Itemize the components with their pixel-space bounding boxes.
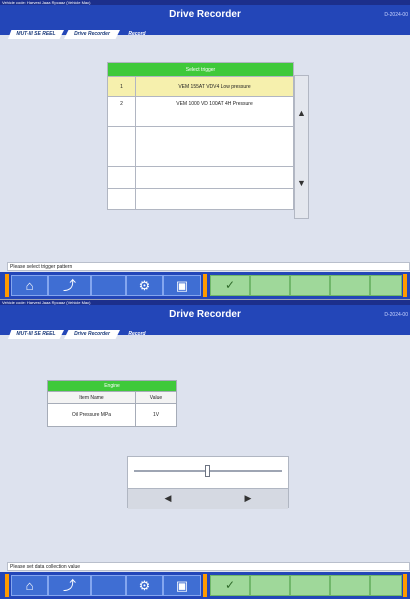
app-header: Drive Recorder D-2024-00 MUT-III SE REEL… xyxy=(0,305,410,339)
value-slider-panel: ◀ ▶ xyxy=(127,456,289,509)
back-button[interactable]: ⤴ xyxy=(48,275,91,296)
drive-recorder-screen-1: Vehicle code: Harvest Jaaa Rpcaaz (Vehic… xyxy=(0,0,410,299)
item-table-caption: Engine xyxy=(47,380,177,392)
column-header-value: Value xyxy=(135,391,177,404)
increase-button[interactable]: ▶ xyxy=(208,488,288,509)
home-icon: ⌂ xyxy=(25,278,34,293)
column-header-item-name: Item Name xyxy=(47,391,136,404)
scroll-down-icon[interactable]: ▼ xyxy=(295,174,308,192)
home-button[interactable]: ⌂ xyxy=(11,275,48,296)
tab-mut[interactable]: MUT-III SE REEL xyxy=(8,330,64,339)
tab-mut[interactable]: MUT-III SE REEL xyxy=(8,30,64,39)
list-item-empty xyxy=(107,188,294,210)
footer-accent xyxy=(5,574,9,597)
back-button[interactable]: ⤴ xyxy=(48,575,91,596)
table-row[interactable]: Oil Pressure MPa 1V xyxy=(47,403,177,427)
document-icon: ▣ xyxy=(175,578,189,593)
footer-slot xyxy=(330,275,370,296)
drive-recorder-screen-2: Vehicle code: Harvest Jaaa Rpcaaz (Vehic… xyxy=(0,300,410,599)
tab-record[interactable]: Record xyxy=(120,330,154,339)
list-item-empty xyxy=(107,166,294,189)
list-item-label: VEM 155AT VDV4 Low pressure xyxy=(135,76,294,97)
check-icon: ✓ xyxy=(224,278,236,292)
arrow-left-icon: ◀ xyxy=(164,493,172,503)
check-icon: ✓ xyxy=(224,578,236,592)
list-item-label: VEM 1000 VD 100AT 4H Pressure xyxy=(135,96,294,127)
footer-slot xyxy=(370,575,402,596)
scroll-up-icon[interactable]: ▲ xyxy=(295,104,308,122)
trigger-list: Select trigger 1 VEM 155AT VDV4 Low pres… xyxy=(107,62,294,210)
list-item[interactable]: 1 VEM 155AT VDV4 Low pressure xyxy=(107,76,294,97)
footer-slot xyxy=(330,575,370,596)
status-bar: Please set data collection value xyxy=(7,562,410,571)
app-code: D-2024-00 xyxy=(384,312,408,318)
list-scrollbar[interactable]: ▲ ▼ xyxy=(294,75,309,219)
footer-toolbar: ⌂ ⤴ ⚙ ▣ ✓ xyxy=(0,272,410,299)
app-header: Drive Recorder D-2024-00 MUT-III SE REEL… xyxy=(0,5,410,39)
app-title: Drive Recorder xyxy=(169,309,241,320)
app-code: D-2024-00 xyxy=(384,12,408,18)
footer-accent xyxy=(203,574,207,597)
arrow-right-icon: ▶ xyxy=(244,493,252,503)
confirm-button[interactable]: ✓ xyxy=(210,275,250,296)
tool-button[interactable]: ⚙ xyxy=(126,275,163,296)
home-button[interactable]: ⌂ xyxy=(11,575,48,596)
tab-drive-recorder[interactable]: Drive Recorder xyxy=(64,330,120,339)
app-title: Drive Recorder xyxy=(169,9,241,20)
footer-accent xyxy=(203,274,207,297)
footer-slot xyxy=(290,575,330,596)
tool-icon: ⚙ xyxy=(138,278,151,293)
confirm-button[interactable]: ✓ xyxy=(210,575,250,596)
slider-thumb[interactable] xyxy=(205,465,210,477)
item-table: Engine Item Name Value Oil Pressure MPa … xyxy=(47,380,177,427)
document-button[interactable]: ▣ xyxy=(163,575,201,596)
footer-slot xyxy=(290,275,330,296)
back-icon: ⤴ xyxy=(62,578,76,593)
footer-accent xyxy=(403,274,407,297)
footer-empty-button xyxy=(91,275,126,296)
item-name-cell: Oil Pressure MPa xyxy=(47,403,136,427)
footer-accent xyxy=(403,574,407,597)
decrease-button[interactable]: ◀ xyxy=(128,488,209,509)
footer-slot xyxy=(250,575,290,596)
trigger-list-header: Select trigger xyxy=(107,62,294,77)
list-item-number: 1 xyxy=(107,76,136,97)
item-value-cell: 1V xyxy=(135,403,177,427)
document-button[interactable]: ▣ xyxy=(163,275,201,296)
footer-toolbar: ⌂ ⤴ ⚙ ▣ ✓ xyxy=(0,572,410,599)
footer-empty-button xyxy=(91,575,126,596)
document-icon: ▣ xyxy=(175,278,189,293)
footer-slot xyxy=(250,275,290,296)
footer-accent xyxy=(5,274,9,297)
list-item-number: 2 xyxy=(107,96,136,127)
tab-drive-recorder[interactable]: Drive Recorder xyxy=(64,30,120,39)
tool-icon: ⚙ xyxy=(138,578,151,593)
list-item[interactable]: 2 VEM 1000 VD 100AT 4H Pressure xyxy=(107,96,294,127)
status-bar: Please select trigger pattern xyxy=(7,262,410,271)
home-icon: ⌂ xyxy=(25,578,34,593)
back-icon: ⤴ xyxy=(62,278,76,293)
tool-button[interactable]: ⚙ xyxy=(126,575,163,596)
tab-record[interactable]: Record xyxy=(120,30,154,39)
list-item-empty xyxy=(107,126,294,167)
footer-slot xyxy=(370,275,402,296)
